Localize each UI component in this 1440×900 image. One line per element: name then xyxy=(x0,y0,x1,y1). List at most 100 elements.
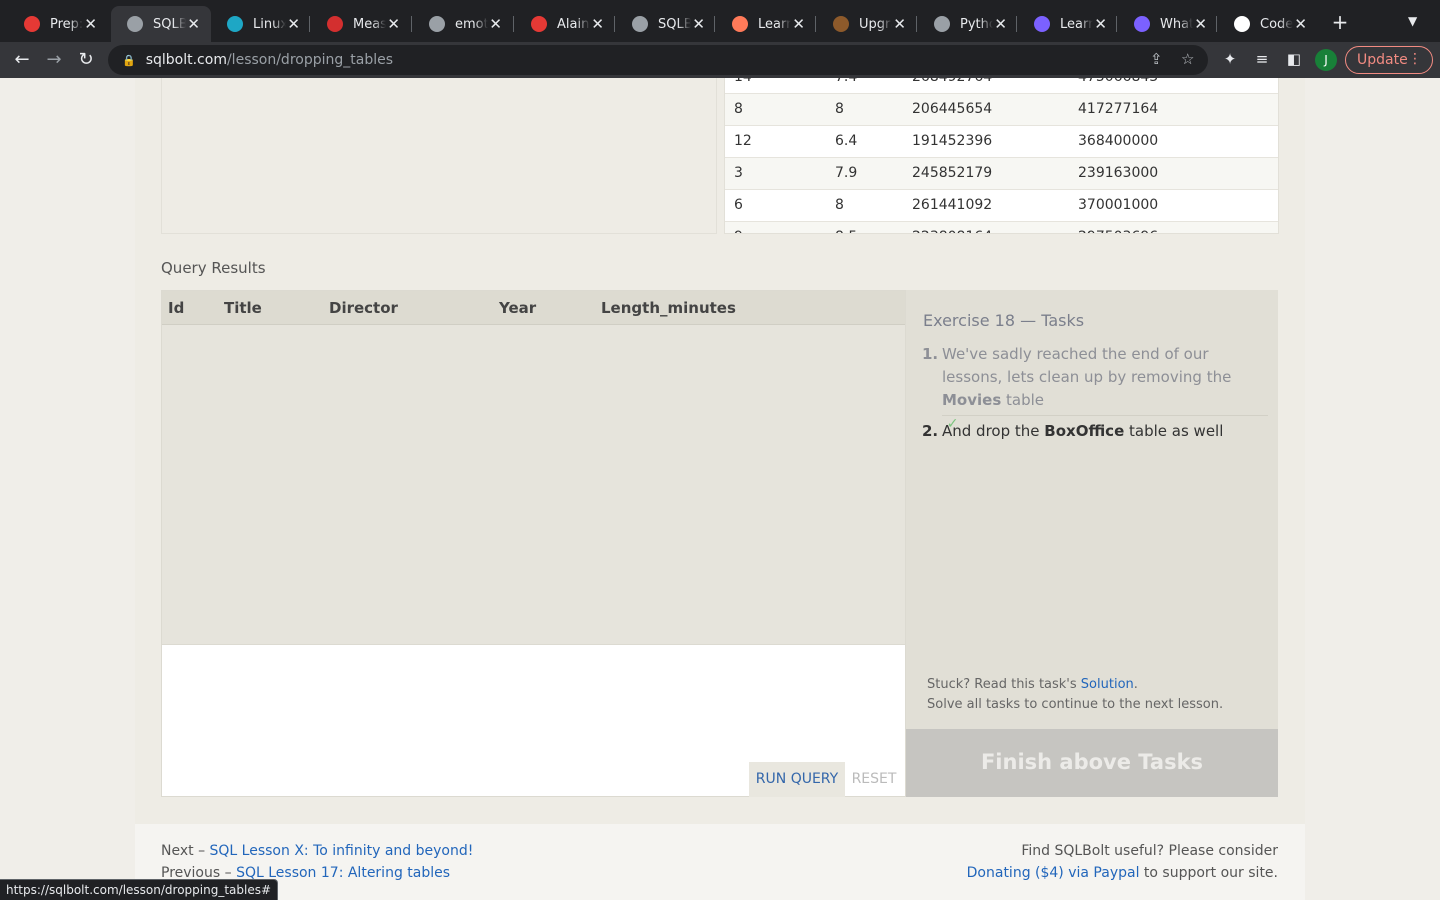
table-cell: 475066843 xyxy=(1078,78,1158,85)
column-header: Title xyxy=(224,299,262,317)
browser-tab[interactable]: Linux T✕ xyxy=(211,6,311,42)
close-tab-icon[interactable]: ✕ xyxy=(1193,15,1208,33)
browser-tab[interactable]: Code-✕ xyxy=(1218,6,1318,42)
run-query-button[interactable]: RUN QUERY xyxy=(749,762,845,797)
column-header: Length_minutes xyxy=(601,299,736,317)
table-cell: 245852179 xyxy=(912,165,993,181)
browser-tab[interactable]: Learn ✕ xyxy=(1018,6,1118,42)
solution-link[interactable]: Solution xyxy=(1081,677,1134,692)
table-cell: 261441092 xyxy=(912,197,993,213)
tab-separator xyxy=(815,16,816,32)
browser-tab[interactable]: emotic✕ xyxy=(413,6,513,42)
address-bar[interactable]: 🔒 sqlbolt.com/lesson/dropping_tables ⇪ ☆ xyxy=(108,45,1208,75)
next-lesson-link[interactable]: SQL Lesson X: To infinity and beyond! xyxy=(210,843,474,859)
exercise-tasks-panel: Exercise 18 — Tasks 1. We've sadly reach… xyxy=(906,290,1278,729)
reading-list-icon[interactable]: ≡ xyxy=(1252,50,1272,68)
tab-title: emotic xyxy=(455,16,489,32)
tab-title: Learn t xyxy=(758,16,792,32)
tab-search-chevron-icon[interactable]: ▼ xyxy=(1408,14,1417,28)
exercise-title: Exercise 18 — Tasks xyxy=(923,311,1085,330)
url-host: sqlbolt.com xyxy=(145,52,227,68)
side-panel-icon[interactable]: ◧ xyxy=(1284,50,1304,68)
hubspot-icon xyxy=(732,16,748,32)
donation-note: Find SQLBolt useful? Please consider Don… xyxy=(966,843,1278,881)
browser-tab[interactable]: Pythor✕ xyxy=(918,6,1018,42)
database-icon xyxy=(632,16,648,32)
task-number: 2. xyxy=(922,422,939,440)
close-tab-icon[interactable]: ✕ xyxy=(83,15,98,33)
status-bar-url: https://sqlbolt.com/lesson/dropping_tabl… xyxy=(0,879,279,900)
close-tab-icon[interactable]: ✕ xyxy=(791,15,806,33)
tab-title: Prep: l xyxy=(50,16,84,32)
back-arrow-icon[interactable]: ← xyxy=(10,48,34,72)
browser-tab[interactable]: Learn t✕ xyxy=(716,6,816,42)
column-header: Director xyxy=(329,299,398,317)
more-menu-icon: ⋮ xyxy=(1408,51,1422,67)
circle-teal-icon xyxy=(227,16,243,32)
browser-tab[interactable]: Alain d✕ xyxy=(515,6,615,42)
tab-separator xyxy=(1116,16,1117,32)
close-tab-icon[interactable]: ✕ xyxy=(488,15,503,33)
new-tab-button[interactable]: + xyxy=(1330,12,1350,32)
close-tab-icon[interactable]: ✕ xyxy=(286,15,301,33)
reset-button[interactable]: RESET xyxy=(848,762,900,797)
globe-icon xyxy=(429,16,445,32)
browser-tab[interactable]: SQLBo✕ xyxy=(616,6,716,42)
browser-tab[interactable]: Prep: l✕ xyxy=(8,6,108,42)
table-cell: 223808164 xyxy=(912,229,992,233)
tab-title: Linux T xyxy=(253,16,287,32)
url-path: /lesson/dropping_tables xyxy=(226,52,394,68)
solve-all-text: Solve all tasks to continue to the next … xyxy=(927,697,1224,712)
close-tab-icon[interactable]: ✕ xyxy=(892,15,907,33)
bookmark-star-icon[interactable]: ☆ xyxy=(1181,50,1194,68)
github-icon xyxy=(1234,16,1250,32)
finish-tasks-button[interactable]: Finish above Tasks xyxy=(906,729,1278,797)
close-tab-icon[interactable]: ✕ xyxy=(691,15,706,33)
table-cell: 206445654 xyxy=(912,101,993,117)
profile-avatar[interactable]: J xyxy=(1315,49,1337,71)
browser-tab[interactable]: SQLBo✕ xyxy=(111,6,211,42)
tab-title: Learn xyxy=(1060,16,1094,32)
query-results-table: Id Title Director Year Length_minutes xyxy=(161,290,906,645)
column-header: Id xyxy=(168,299,185,317)
globe-icon xyxy=(934,16,950,32)
tab-title: Measu xyxy=(353,16,387,32)
share-icon[interactable]: ⇪ xyxy=(1150,50,1163,68)
table-cell: 7.9 xyxy=(835,165,858,181)
browser-tab[interactable]: Measu✕ xyxy=(311,6,411,42)
column-header: Year xyxy=(499,299,537,317)
update-label: Update xyxy=(1357,52,1408,68)
table-row: 8 8 206445654 417277164 xyxy=(725,94,1278,126)
tab-bar: Prep: l✕SQLBo✕Linux T✕Measu✕emotic✕Alain… xyxy=(0,0,1440,42)
stuck-hint: Stuck? Read this task's Solution. Solve … xyxy=(927,677,1224,712)
close-tab-icon[interactable]: ✕ xyxy=(993,15,1008,33)
browser-tab[interactable]: What i✕ xyxy=(1118,6,1218,42)
table-cell: 6 xyxy=(734,197,743,213)
schema-panel xyxy=(161,78,717,234)
close-tab-icon[interactable]: ✕ xyxy=(1093,15,1108,33)
close-tab-icon[interactable]: ✕ xyxy=(1293,15,1308,33)
extensions-puzzle-icon[interactable]: ✦ xyxy=(1220,50,1240,68)
boxoffice-table: 14 7.4 268492764 475066843 8 8 206445654 417277… xyxy=(724,78,1279,234)
tab-separator xyxy=(513,16,514,32)
task-text: And drop the BoxOffice table as well xyxy=(942,422,1224,440)
forward-arrow-icon[interactable]: → xyxy=(42,48,66,72)
tab-title: What i xyxy=(1160,16,1194,32)
table-cell: 368400000 xyxy=(1078,133,1159,149)
task-number: 1. xyxy=(922,345,939,363)
swirl-icon xyxy=(1134,16,1150,32)
table-cell: 3 xyxy=(734,165,743,181)
donate-link[interactable]: Donating ($4) via Paypal xyxy=(967,865,1140,881)
close-tab-icon[interactable]: ✕ xyxy=(186,15,201,33)
browser-tab[interactable]: Upgra✕ xyxy=(817,6,917,42)
update-button[interactable]: Update ⋮ xyxy=(1345,46,1433,74)
reload-icon[interactable]: ↻ xyxy=(74,48,98,72)
tab-title: Pythor xyxy=(960,16,994,32)
tab-separator xyxy=(714,16,715,32)
close-tab-icon[interactable]: ✕ xyxy=(386,15,401,33)
close-tab-icon[interactable]: ✕ xyxy=(590,15,605,33)
table-cell: 9 xyxy=(734,229,743,233)
task-divider xyxy=(942,415,1268,416)
table-cell: 297503696 xyxy=(1078,229,1158,233)
tab-title: SQLBo xyxy=(153,16,187,32)
